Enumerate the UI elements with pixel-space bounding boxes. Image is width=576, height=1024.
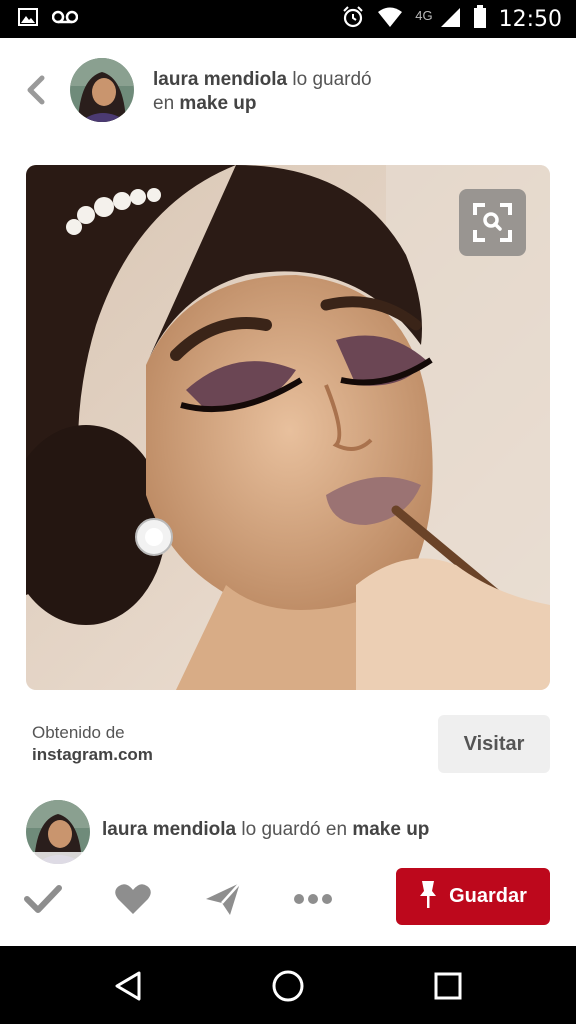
visit-button[interactable]: Visitar <box>438 715 550 773</box>
board-name[interactable]: make up <box>352 819 429 840</box>
check-icon[interactable] <box>20 876 66 922</box>
pin-icon <box>419 879 437 915</box>
battery-icon <box>473 5 487 34</box>
recents-square-icon[interactable] <box>426 964 470 1008</box>
home-circle-icon[interactable] <box>266 964 310 1008</box>
alarm-icon <box>341 5 365 34</box>
saved-verb: lo guardó <box>292 69 372 90</box>
wifi-icon <box>377 6 403 33</box>
signal-icon <box>439 6 461 33</box>
source-info: Obtenido de instagram.com <box>32 722 153 766</box>
board-name[interactable]: make up <box>179 93 256 114</box>
saved-by-text: laura mendiola lo guardó en make up <box>153 68 372 116</box>
visual-search-button[interactable] <box>459 189 526 256</box>
preposition: en <box>153 93 175 114</box>
image-icon <box>18 8 38 31</box>
network-type: 4G <box>415 8 433 23</box>
heart-icon[interactable] <box>110 876 156 922</box>
send-icon[interactable] <box>200 876 246 922</box>
back-chevron-icon[interactable] <box>22 72 48 108</box>
more-icon[interactable] <box>290 876 336 922</box>
user-name[interactable]: laura mendiola <box>153 69 287 90</box>
avatar[interactable] <box>70 58 134 122</box>
save-label: Guardar <box>449 885 527 907</box>
saved-verb: lo guardó en <box>241 819 348 840</box>
status-bar: 4G 12:50 <box>0 0 576 38</box>
back-triangle-icon[interactable] <box>106 964 150 1008</box>
pin-header: laura mendiola lo guardó en make up <box>0 38 576 148</box>
action-bar: Guardar <box>0 852 576 946</box>
status-time: 12:50 <box>498 7 562 32</box>
navigation-bar <box>0 946 576 1024</box>
save-button[interactable]: Guardar <box>396 868 550 925</box>
source-domain[interactable]: instagram.com <box>32 744 153 766</box>
saved-by-text: laura mendiola lo guardó en make up <box>102 818 502 842</box>
source-label: Obtenido de <box>32 723 125 742</box>
voicemail-icon <box>51 10 79 29</box>
user-name[interactable]: laura mendiola <box>102 819 236 840</box>
